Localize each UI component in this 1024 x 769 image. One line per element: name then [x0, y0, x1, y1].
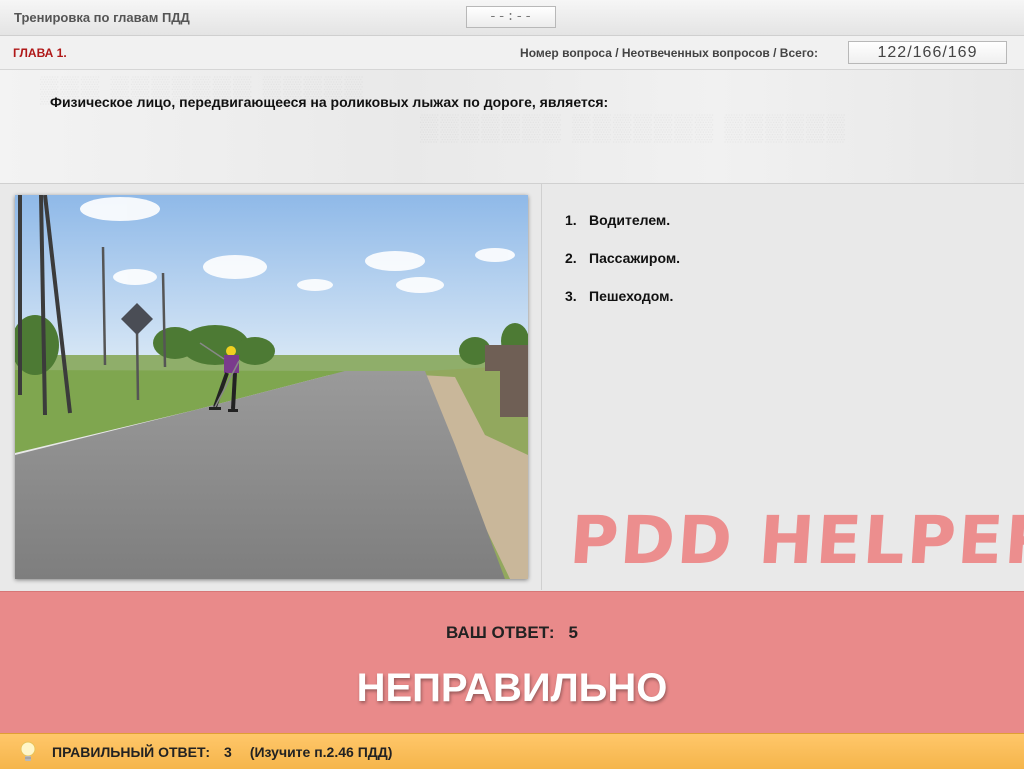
question-content: 1. Водителем. 2. Пассажиром. 3. Пешеходом. … — [0, 184, 1024, 590]
app-title: Тренировка по главам ПДД — [14, 10, 190, 25]
timer-display: --:-- — [466, 6, 556, 28]
chapter-bar: ГЛАВА 1. Номер вопроса / Неотвеченных во… — [0, 36, 1024, 70]
question-panel: ▒▒▒ ▒▒▒▒▒▒▒ ▒▒▒▒▒ ▒▒▒▒▒▒▒ ▒▒▒▒▒▒▒ ▒▒▒▒▒▒… — [0, 70, 1024, 184]
lightbulb-icon — [20, 741, 36, 761]
rule-hint: (Изучите п.2.46 ПДД) — [249, 744, 393, 760]
answer-number: 3. — [565, 288, 577, 304]
correct-answer-label: ПРАВИЛЬНЫЙ ОТВЕТ: — [52, 744, 211, 760]
question-counter-label: Номер вопроса / Неотвеченных вопросов / … — [520, 46, 818, 60]
verdict-text: НЕПРАВИЛЬНО — [356, 666, 668, 710]
your-answer-value: 5 — [568, 623, 579, 642]
answer-text: Пешеходом. — [589, 288, 674, 304]
answer-number: 2. — [565, 250, 577, 266]
background-texture: ▒▒▒▒▒▒▒ ▒▒▒▒▒▒▒ ▒▒▒▒▒▒ — [420, 112, 847, 143]
correct-answer-value: 3 — [224, 744, 232, 760]
chapter-title: ГЛАВА 1. — [13, 46, 67, 60]
top-bar: Тренировка по главам ПДД --:-- — [0, 0, 1024, 36]
answer-option-1[interactable]: 1. Водителем. — [565, 212, 680, 250]
question-text: Физическое лицо, передвигающееся на роли… — [50, 94, 609, 110]
watermark: PDD HELPER — [567, 502, 1024, 579]
answer-list: 1. Водителем. 2. Пассажиром. 3. Пешеходом. — [565, 212, 680, 326]
answer-text: Пассажиром. — [589, 250, 681, 266]
photo-panel — [0, 184, 542, 590]
result-panel: ВАШ ОТВЕТ: 5 НЕПРАВИЛЬНО — [0, 591, 1024, 734]
answer-text: Водителем. — [589, 212, 671, 228]
road-skier-illustration — [15, 195, 528, 579]
correct-answer-bar: ПРАВИЛЬНЫЙ ОТВЕТ: 3 (Изучите п.2.46 ПДД) — [0, 733, 1024, 769]
your-answer: ВАШ ОТВЕТ: 5 — [0, 623, 1024, 643]
your-answer-label: ВАШ ОТВЕТ: — [445, 623, 555, 642]
answer-number: 1. — [565, 212, 577, 228]
correct-answer: ПРАВИЛЬНЫЙ ОТВЕТ: 3 (Изучите п.2.46 ПДД) — [52, 744, 392, 760]
answer-option-3[interactable]: 3. Пешеходом. — [565, 288, 680, 326]
answer-option-2[interactable]: 2. Пассажиром. — [565, 250, 680, 288]
question-photo — [15, 195, 528, 579]
question-counter: 122/166/169 — [848, 41, 1007, 64]
